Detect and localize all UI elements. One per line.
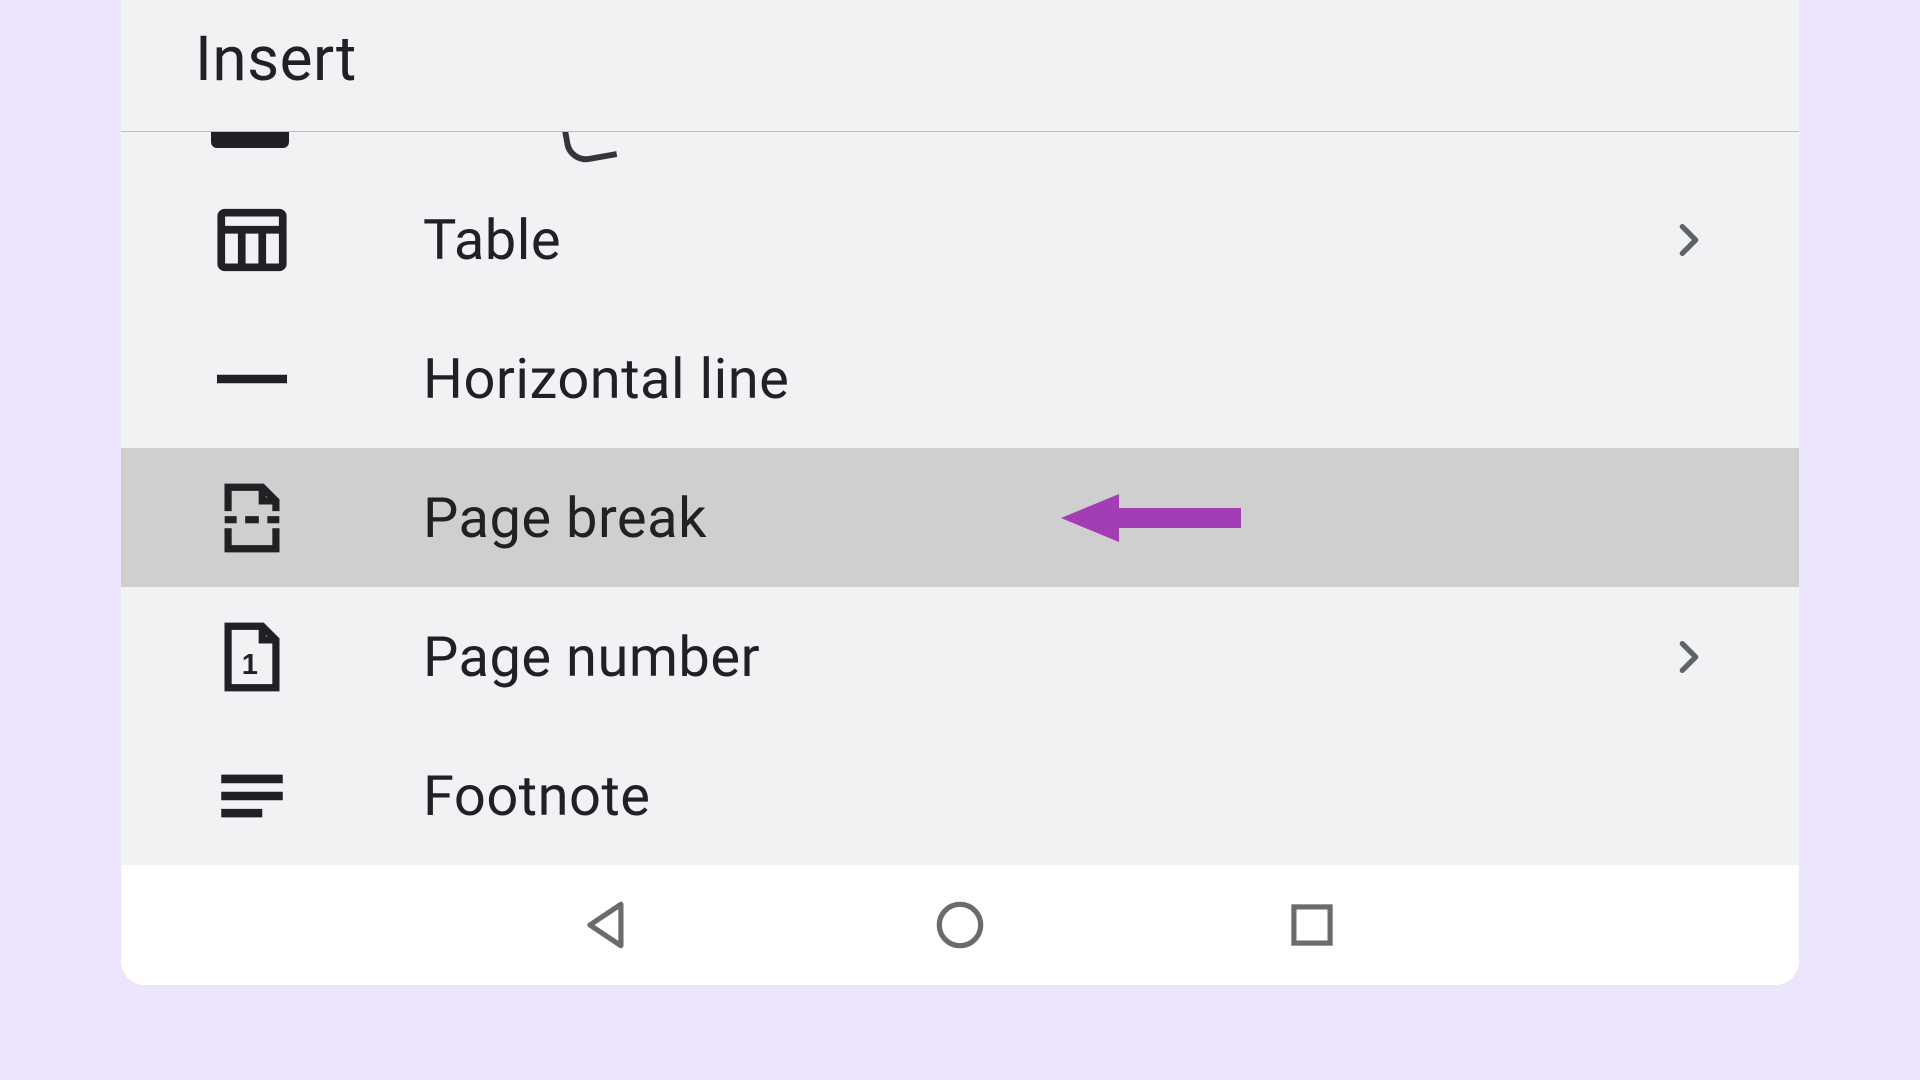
menu-item-label: Horizontal line [423,346,789,412]
menu-item-footnote[interactable]: Footnote [121,726,1799,865]
menu-item-horizontal-line[interactable]: Horizontal line [121,309,1799,448]
table-icon [211,199,293,281]
insert-panel: Insert Table [121,0,1799,985]
nav-home-button[interactable] [929,894,991,956]
horizontal-line-icon [211,338,293,420]
clipped-icon [211,132,289,148]
page-number-icon: 1 [211,616,293,698]
menu-item-table[interactable]: Table [121,170,1799,309]
menu-item-page-number[interactable]: 1 Page number [121,587,1799,726]
nav-recents-button[interactable] [1281,894,1343,956]
callout-arrow-icon [1061,490,1241,546]
menu-item-clipped-above[interactable] [121,132,1799,170]
chevron-right-icon [1669,637,1709,677]
panel-header: Insert [121,0,1799,132]
android-nav-bar [121,865,1799,985]
svg-text:1: 1 [242,649,258,681]
menu-item-label: Page break [423,485,707,551]
menu-list: Table Horizontal line [121,170,1799,865]
page-break-icon [211,477,293,559]
menu-item-label: Table [423,207,561,273]
chevron-right-icon [1669,220,1709,260]
menu-item-label: Footnote [423,763,650,829]
menu-item-label: Page number [423,624,760,690]
nav-back-button[interactable] [577,894,639,956]
panel-title: Insert [195,23,357,96]
footnote-icon [211,755,293,837]
menu-item-page-break[interactable]: Page break [121,448,1799,587]
